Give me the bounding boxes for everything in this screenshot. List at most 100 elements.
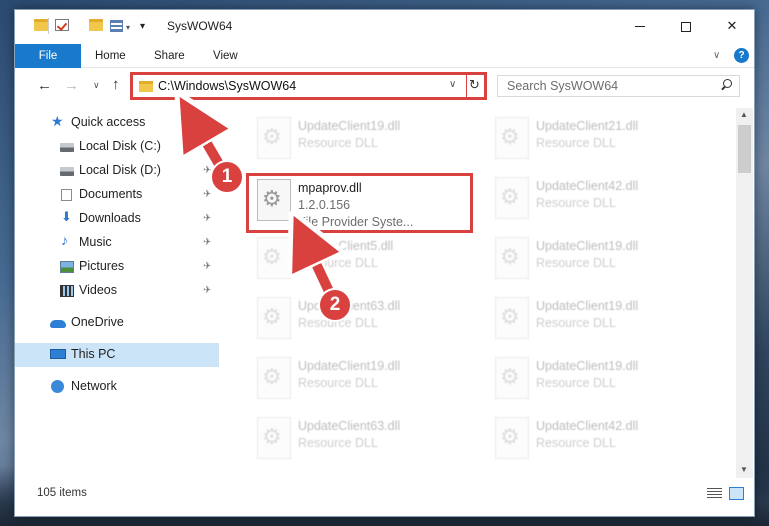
sidebar-item-quick-access[interactable]: ★ Quick access (15, 111, 219, 135)
title-bar: ▾ ▾ SysWOW64 ✕ (15, 10, 754, 42)
tab-share[interactable]: Share (154, 44, 185, 68)
sidebar-item-local-disk-d[interactable]: Local Disk (D:) ✈ (15, 159, 219, 183)
recent-locations-icon[interactable]: ∨ (93, 80, 100, 91)
file-name: UpdateClient63.dll (298, 419, 401, 433)
properties-icon[interactable] (110, 20, 123, 32)
dll-file-icon (495, 117, 529, 159)
pin-icon[interactable]: ✈ (203, 285, 211, 296)
scroll-down-icon[interactable]: ▼ (740, 465, 748, 474)
search-input[interactable]: Search SysWOW64 (507, 79, 618, 93)
pin-icon[interactable]: ✈ (203, 213, 211, 224)
file-type: Resource DLL (298, 256, 378, 270)
dll-file-icon (495, 357, 529, 399)
new-folder-icon[interactable] (89, 19, 103, 31)
highlight-box (246, 173, 473, 233)
sidebar-item-music[interactable]: ♪ Music ✈ (15, 231, 219, 255)
sidebar-item-pictures[interactable]: Pictures ✈ (15, 255, 219, 279)
properties-check-icon[interactable] (55, 19, 69, 31)
pin-icon[interactable]: ✈ (203, 141, 211, 152)
sidebar-item-downloads[interactable]: ⬇ Downloads ✈ (15, 207, 219, 231)
computer-icon (50, 349, 66, 359)
back-button[interactable]: ← (37, 77, 52, 94)
sidebar-item-label: This PC (71, 347, 116, 361)
sidebar-item-documents[interactable]: Documents ✈ (15, 183, 219, 207)
help-icon[interactable]: ? (734, 48, 749, 63)
forward-button[interactable]: → (64, 77, 79, 94)
step-2-badge: 2 (318, 288, 352, 322)
vertical-scrollbar[interactable]: ▲ ▼ (736, 108, 753, 478)
step-1-badge: 1 (210, 160, 244, 194)
dll-file-icon (257, 417, 291, 459)
file-type: Resource DLL (536, 256, 616, 270)
file-item[interactable]: UpdateClient63.dll Resource DLL (249, 412, 479, 472)
up-button[interactable]: ↑ (112, 76, 120, 93)
drive-icon (60, 167, 74, 176)
file-item[interactable]: UpdateClient63.dll Resource DLL (249, 292, 479, 352)
sidebar-item-network[interactable]: Network (15, 375, 219, 399)
search-icon[interactable] (721, 79, 732, 90)
file-type: Resource DLL (298, 136, 378, 150)
pin-icon[interactable]: ✈ (203, 261, 211, 272)
file-type: Resource DLL (536, 136, 616, 150)
close-button[interactable]: ✕ (709, 10, 755, 42)
file-type: Resource DLL (536, 376, 616, 390)
star-icon: ★ (51, 113, 64, 129)
large-icons-view-icon[interactable] (729, 487, 744, 500)
file-name: UpdateClient19.dll (298, 359, 401, 373)
sidebar-item-local-disk-c[interactable]: Local Disk (C:) ✈ (15, 135, 219, 159)
tab-home[interactable]: Home (95, 44, 126, 68)
tab-file[interactable]: File (15, 44, 81, 68)
tab-view[interactable]: View (213, 44, 238, 68)
details-view-icon[interactable] (707, 488, 722, 500)
sidebar-item-onedrive[interactable]: OneDrive (15, 311, 219, 335)
download-icon: ⬇ (61, 209, 72, 224)
minimize-button[interactable] (617, 10, 663, 42)
sidebar-item-label: Local Disk (C:) (79, 139, 161, 153)
file-item[interactable]: UpdateClient5.dll Resource DLL (249, 232, 479, 292)
sidebar-item-label: Network (71, 379, 117, 393)
dll-file-icon (257, 357, 291, 399)
status-bar: 105 items (15, 478, 754, 516)
refresh-icon[interactable]: ↻ (469, 77, 480, 93)
address-path[interactable]: C:\Windows\SysWOW64 (158, 79, 296, 93)
dll-file-icon (257, 237, 291, 279)
file-item[interactable]: UpdateClient19.dll Resource DLL (249, 112, 479, 172)
file-item[interactable]: UpdateClient19.dll Resource DLL (249, 352, 479, 412)
dll-file-icon (257, 297, 291, 339)
sidebar-item-this-pc[interactable]: This PC (15, 343, 219, 367)
file-item[interactable]: UpdateClient42.dll Resource DLL (487, 172, 717, 232)
videos-icon (60, 285, 74, 297)
maximize-button[interactable] (663, 10, 709, 42)
drive-icon (60, 143, 74, 152)
file-item[interactable]: UpdateClient19.dll Resource DLL (487, 292, 717, 352)
file-type: Resource DLL (298, 436, 378, 450)
sidebar-item-label: Documents (79, 187, 143, 201)
file-item[interactable]: UpdateClient19.dll Resource DLL (487, 232, 717, 292)
file-name: UpdateClient42.dll (536, 419, 639, 433)
search-box[interactable]: Search SysWOW64 (497, 75, 740, 97)
file-name: UpdateClient19.dll (536, 299, 639, 313)
file-type: Resource DLL (536, 196, 616, 210)
file-item[interactable]: UpdateClient19.dll Resource DLL (487, 352, 717, 412)
scroll-up-icon[interactable]: ▲ (740, 110, 748, 119)
dropdown-arrow-icon[interactable]: ▾ (126, 23, 130, 32)
sidebar-item-label: Local Disk (D:) (79, 163, 161, 177)
file-item[interactable]: UpdateClient21.dll Resource DLL (487, 112, 717, 172)
sidebar-item-videos[interactable]: Videos ✈ (15, 279, 219, 303)
folder-icon (34, 19, 48, 31)
file-name: UpdateClient21.dll (536, 119, 639, 133)
address-bar[interactable]: C:\Windows\SysWOW64 ∨ ↻ (130, 72, 487, 100)
pin-icon[interactable]: ✈ (203, 189, 211, 200)
window-title: SysWOW64 (167, 19, 233, 33)
address-dropdown-icon[interactable]: ∨ (449, 79, 456, 90)
file-name: UpdateClient42.dll (536, 179, 639, 193)
customize-toolbar-icon[interactable]: ▾ (140, 21, 145, 32)
navigation-bar: ← → ∨ ↑ C:\Windows\SysWOW64 ∨ ↻ Search S… (15, 69, 754, 103)
file-name: UpdateClient19.dll (298, 119, 401, 133)
sidebar-item-label: Videos (79, 283, 117, 297)
file-item[interactable]: UpdateClient42.dll Resource DLL (487, 412, 717, 472)
expand-ribbon-icon[interactable]: ∨ (713, 50, 720, 61)
music-icon: ♪ (61, 232, 68, 248)
scroll-thumb[interactable] (738, 125, 751, 173)
pin-icon[interactable]: ✈ (203, 237, 211, 248)
